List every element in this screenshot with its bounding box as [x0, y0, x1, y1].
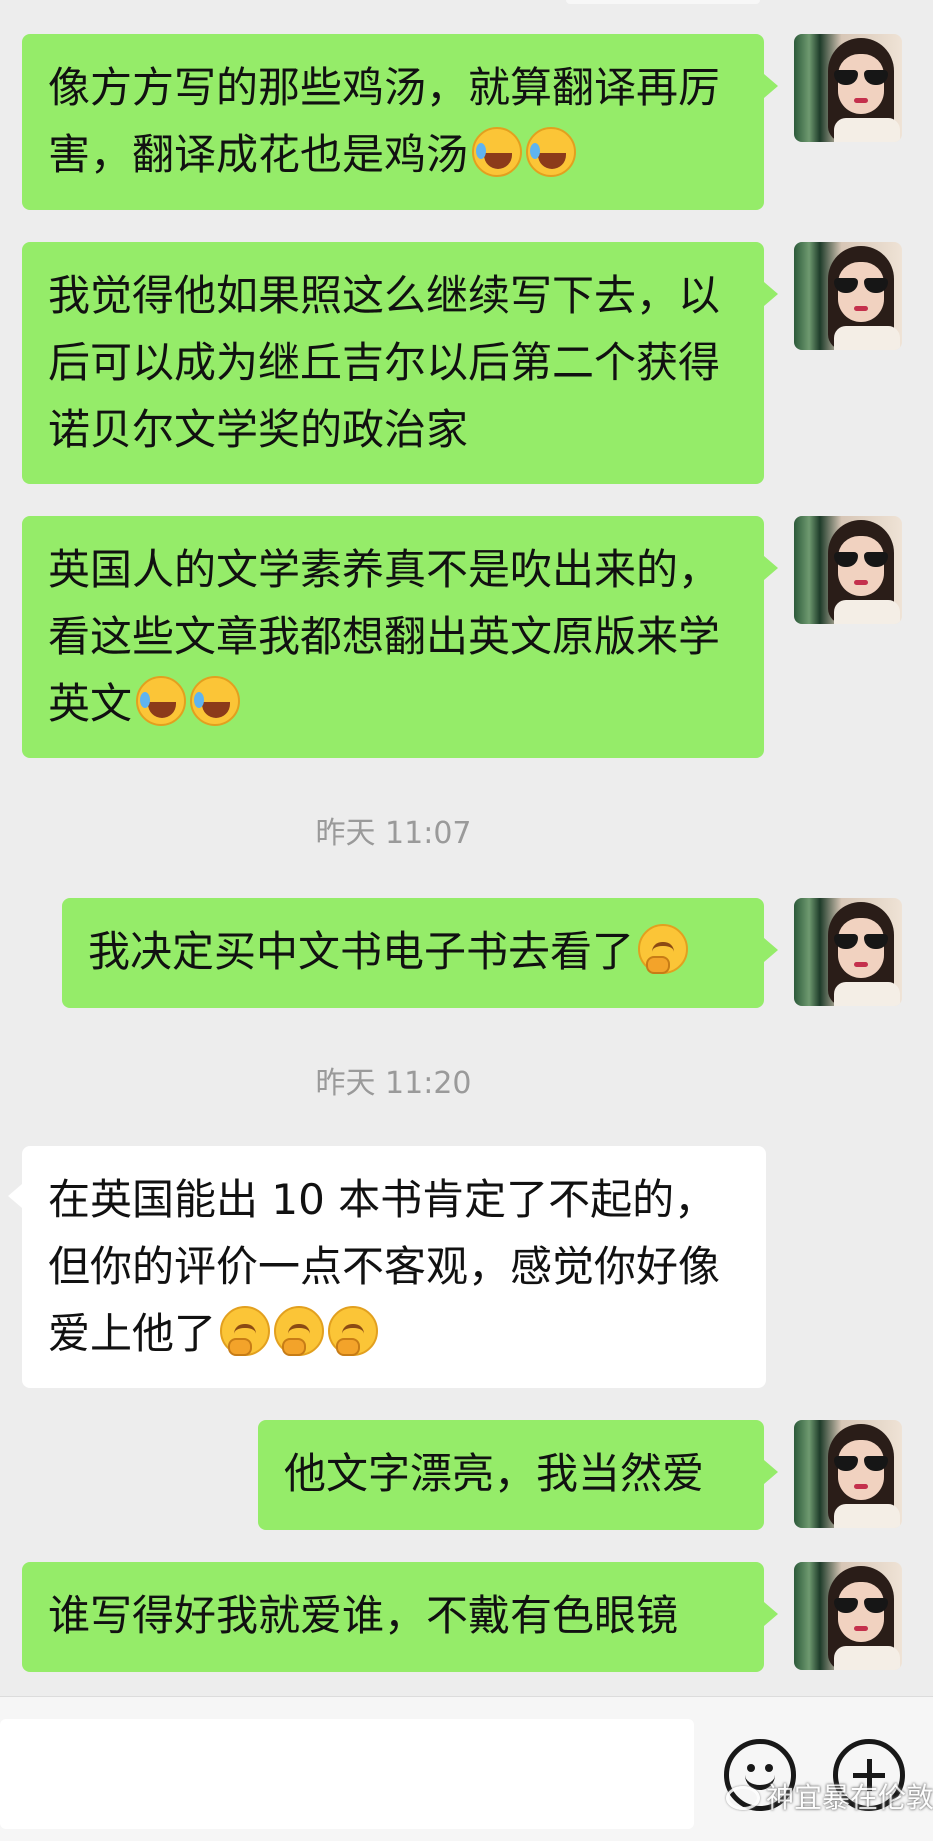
timestamp: 昨天 11:20	[315, 1066, 472, 1101]
message-bubble-other[interactable]: 在英国能出 10 本书肯定了不起的，但你的评价一点不客观，感觉你好像爱上他了	[8, 1146, 766, 1388]
message-text: 我决定买中文书电子书去看了	[88, 927, 635, 976]
thinking-emoji	[638, 924, 689, 974]
message-bubble-self[interactable]: 他文字漂亮，我当然爱	[258, 1420, 778, 1530]
avatar[interactable]	[794, 1562, 902, 1670]
wechat-logo-icon	[726, 1786, 760, 1810]
message-text: 我觉得他如果照这么继续写下去，以后可以成为继丘吉尔以后第二个获得诺贝尔文学奖的政…	[48, 271, 721, 454]
message-bubble-self[interactable]: 英国人的文学素养真不是吹出来的，看这些文章我都想翻出英文原版来学英文	[22, 516, 778, 758]
avatar[interactable]	[794, 1420, 902, 1528]
laugh-cry-emoji	[526, 127, 577, 177]
chat-history[interactable]: 像方方写的那些鸡汤，就算翻译再厉害，翻译成花也是鸡汤 我觉得他如果照这么继续写下…	[0, 0, 933, 1696]
message-bubble-self[interactable]: 我决定买中文书电子书去看了	[62, 898, 778, 1008]
watermark: 神宜暴在伦敦	[726, 1776, 933, 1816]
avatar[interactable]	[794, 898, 902, 1006]
laugh-cry-emoji	[136, 676, 187, 726]
avatar[interactable]	[794, 34, 902, 142]
input-bar	[0, 1696, 933, 1841]
message-bubble-self[interactable]: 像方方写的那些鸡汤，就算翻译再厉害，翻译成花也是鸡汤	[22, 34, 778, 210]
previous-message-edge	[566, 0, 760, 4]
laugh-cry-emoji	[472, 127, 523, 177]
message-text: 他文字漂亮，我当然爱	[284, 1449, 705, 1498]
avatar[interactable]	[794, 242, 902, 350]
message-text: 在英国能出 10 本书肯定了不起的，但你的评价一点不客观，感觉你好像爱上他了	[48, 1175, 721, 1358]
thinking-emoji	[274, 1306, 325, 1356]
watermark-text: 神宜暴在伦敦	[766, 1781, 933, 1814]
thinking-emoji	[220, 1306, 271, 1356]
message-text: 谁写得好我就爱谁，不戴有色眼镜	[48, 1591, 679, 1640]
avatar[interactable]	[794, 516, 902, 624]
message-input[interactable]	[0, 1719, 694, 1829]
laugh-cry-emoji	[190, 676, 241, 726]
message-bubble-self[interactable]: 谁写得好我就爱谁，不戴有色眼镜	[22, 1562, 778, 1672]
message-bubble-self[interactable]: 我觉得他如果照这么继续写下去，以后可以成为继丘吉尔以后第二个获得诺贝尔文学奖的政…	[22, 242, 778, 484]
thinking-emoji	[328, 1306, 379, 1356]
timestamp: 昨天 11:07	[315, 816, 472, 851]
message-text: 像方方写的那些鸡汤，就算翻译再厉害，翻译成花也是鸡汤	[48, 63, 721, 179]
